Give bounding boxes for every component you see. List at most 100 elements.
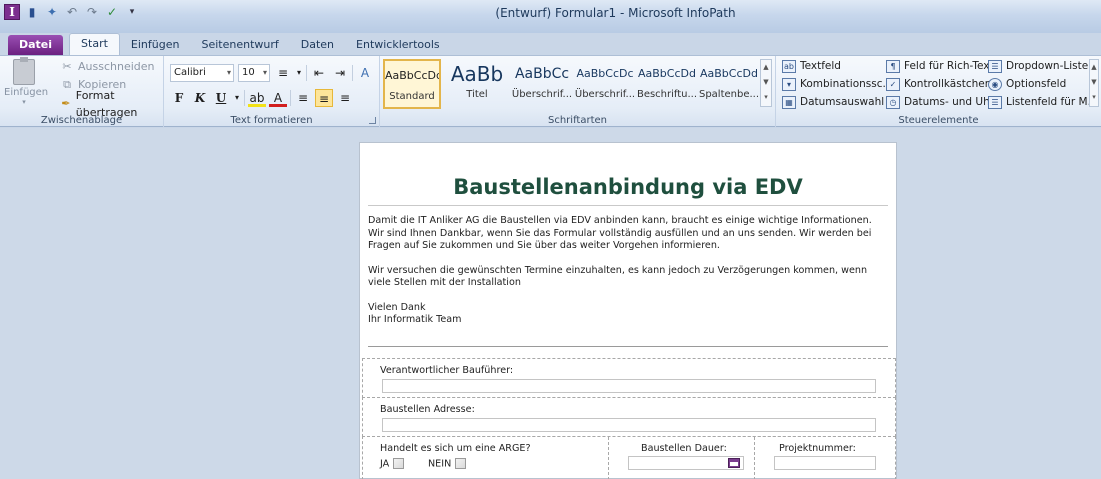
title-bar: I ▮ ✦ ↶ ↷ ✓ ▾ (Entwurf) Formular1 - Micr… — [0, 0, 1101, 33]
form-intro[interactable]: Damit die IT Anliker AG die Baustellen v… — [368, 205, 888, 347]
style-spaltenbeschriftung[interactable]: AaBbCcDd Spaltenbe... — [698, 59, 760, 109]
style-preview: AaBbCcDd — [638, 67, 696, 80]
style-name: Überschrif... — [574, 89, 636, 100]
italic-button[interactable]: K — [191, 89, 209, 107]
group-text-format: Calibri ▾ 10 ▾ ≡ ▾ ⇤ ⇥ A F K U ▾ ab A ≡ … — [164, 56, 380, 127]
chevron-down-icon[interactable]: ▾ — [233, 89, 241, 107]
control-listenfeld[interactable]: ☰ Listenfeld für M... — [988, 94, 1098, 111]
tab-start[interactable]: Start — [69, 33, 120, 55]
font-name-value: Calibri — [174, 67, 206, 78]
option-ja-label: JA — [380, 458, 390, 470]
style-preview: AaBbCcDd — [700, 67, 758, 80]
option-nein[interactable]: NEIN — [428, 458, 467, 470]
align-left-icon[interactable]: ≡ — [294, 89, 312, 107]
form-title[interactable]: Baustellenanbindung via EDV — [360, 175, 896, 199]
tab-datei[interactable]: Datei — [8, 35, 64, 55]
label-dauer: Baustellen Dauer: — [641, 443, 727, 454]
paste-button[interactable]: Einfügen ▾ — [4, 57, 49, 111]
cut-button[interactable]: ✂ Ausschneiden — [60, 58, 155, 75]
style-ueberschrift-1[interactable]: AaBbCc Überschrif... — [511, 59, 573, 109]
chevron-down-icon[interactable]: ▼ — [761, 75, 771, 90]
intro-line: Wir sind Ihnen Dankbar, wenn Sie das For… — [368, 227, 872, 239]
decrease-indent-icon[interactable]: ⇤ — [310, 64, 328, 82]
control-dropdown-liste[interactable]: ☰ Dropdown-Liste... — [988, 58, 1098, 75]
projektnummer-input[interactable] — [774, 456, 876, 470]
separator — [352, 65, 353, 81]
nein-checkbox[interactable] — [455, 458, 467, 469]
chevron-up-icon[interactable]: ▲ — [761, 60, 771, 75]
calendar-icon: ▦ — [782, 96, 796, 109]
control-label: Textfeld — [800, 60, 841, 72]
calendar-icon[interactable] — [728, 458, 740, 468]
font-size-select[interactable]: 10 ▾ — [238, 64, 270, 82]
control-label: Datumsauswahl — [800, 96, 885, 108]
dauer-date-input[interactable] — [628, 456, 744, 470]
dialog-launcher-icon[interactable] — [369, 117, 376, 124]
font-name-select[interactable]: Calibri ▾ — [170, 64, 234, 82]
control-kontrollkaestchen[interactable]: ✓ Kontrollkästchen — [886, 76, 991, 93]
underline-button[interactable]: U — [212, 89, 230, 107]
chevron-up-icon[interactable]: ▲ — [1090, 60, 1098, 75]
ja-checkbox[interactable] — [393, 458, 405, 469]
separator — [244, 90, 245, 106]
separator — [306, 65, 307, 81]
option-ja[interactable]: JA — [380, 458, 405, 470]
format-painter-button[interactable]: ✒ Format übertragen — [60, 89, 163, 119]
chevron-down-icon: ▾ — [262, 68, 267, 77]
text-direction-icon[interactable]: A — [356, 64, 374, 82]
group-label-text: Text formatieren — [230, 115, 313, 126]
font-color-icon[interactable]: A — [269, 89, 287, 107]
adresse-input[interactable] — [382, 418, 876, 432]
form-page: Baustellenanbindung via EDV Damit die IT… — [359, 142, 897, 479]
scissors-icon: ✂ — [62, 60, 72, 73]
style-ueberschrift-2[interactable]: AaBbCcDc Überschrif... — [574, 59, 636, 109]
tab-seitenentwurf[interactable]: Seitenentwurf — [190, 35, 289, 55]
chevron-down-icon: ▾ — [22, 98, 26, 106]
style-preview: AaBbCcDd — [385, 69, 441, 82]
intro-paragraph-1: Damit die IT Anliker AG die Baustellen v… — [368, 215, 888, 253]
group-label-styles: Schriftarten — [548, 115, 607, 126]
more-icon[interactable]: ▾ — [761, 90, 771, 105]
intro-closing: Vielen Dank Ihr Informatik Team — [368, 302, 888, 327]
section-adresse[interactable]: Baustellen Adresse: — [362, 397, 896, 437]
intro-paragraph-2: Wir versuchen die gewünschten Termine ei… — [368, 265, 888, 290]
dropdown-list-icon: ☰ — [988, 60, 1002, 73]
textbox-icon: ab — [782, 60, 796, 73]
radio-button-icon: ◉ — [988, 78, 1002, 91]
controls-gallery-scroll[interactable]: ▲ ▼ ▾ — [1089, 59, 1099, 107]
chevron-down-icon[interactable]: ▼ — [1090, 75, 1098, 90]
style-beschriftung[interactable]: AaBbCcDd Beschriftu... — [636, 59, 698, 109]
control-textfeld[interactable]: ab Textfeld — [782, 58, 841, 75]
align-right-icon[interactable]: ≡ — [336, 89, 354, 107]
style-name: Titel — [466, 89, 488, 100]
more-icon[interactable]: ▾ — [1090, 90, 1098, 105]
bullet-list-icon[interactable]: ≡ — [274, 64, 292, 82]
group-label-clipboard: Zwischenablage — [40, 115, 123, 126]
tab-einfuegen[interactable]: Einfügen — [120, 35, 191, 55]
section-details[interactable]: Handelt es sich um eine ARGE? JA NEIN Ba… — [362, 436, 896, 479]
cut-label: Ausschneiden — [78, 60, 155, 73]
bauleiter-input[interactable] — [382, 379, 876, 393]
tab-entwicklertools[interactable]: Entwicklertools — [345, 35, 451, 55]
control-optionsfeld[interactable]: ◉ Optionsfeld — [988, 76, 1066, 93]
control-datum-uhrzeit[interactable]: ◷ Datums- und Uh... — [886, 94, 1000, 111]
listbox-icon: ☰ — [988, 96, 1002, 109]
section-bauleiter[interactable]: Verantwortlicher Bauführer: — [362, 358, 896, 398]
copy-icon: ⧉ — [63, 78, 71, 91]
control-datumsauswahl[interactable]: ▦ Datumsauswahl — [782, 94, 884, 111]
align-center-icon[interactable]: ≡ — [315, 89, 333, 107]
paste-label: Einfügen — [4, 87, 49, 98]
tab-daten[interactable]: Daten — [290, 35, 345, 55]
separator — [290, 90, 291, 106]
control-rich-text[interactable]: ¶ Feld für Rich-Text — [886, 58, 994, 75]
style-standard[interactable]: AaBbCcDd Standard — [383, 59, 441, 109]
highlight-icon[interactable]: ab — [248, 89, 266, 107]
intro-line: Fragen auf Sie zukommen und Sie über das… — [368, 240, 720, 251]
control-kombinationsschaltflaeche[interactable]: ▾ Kombinationssc... — [782, 76, 893, 93]
chevron-down-icon[interactable]: ▾ — [295, 64, 303, 82]
increase-indent-icon[interactable]: ⇥ — [331, 64, 349, 82]
styles-gallery-scroll[interactable]: ▲ ▼ ▾ — [760, 59, 772, 107]
group-styles: AaBbCcDd Standard AaBb Titel AaBbCc Über… — [380, 56, 776, 127]
style-titel[interactable]: AaBb Titel — [444, 59, 510, 109]
bold-button[interactable]: F — [170, 89, 188, 107]
